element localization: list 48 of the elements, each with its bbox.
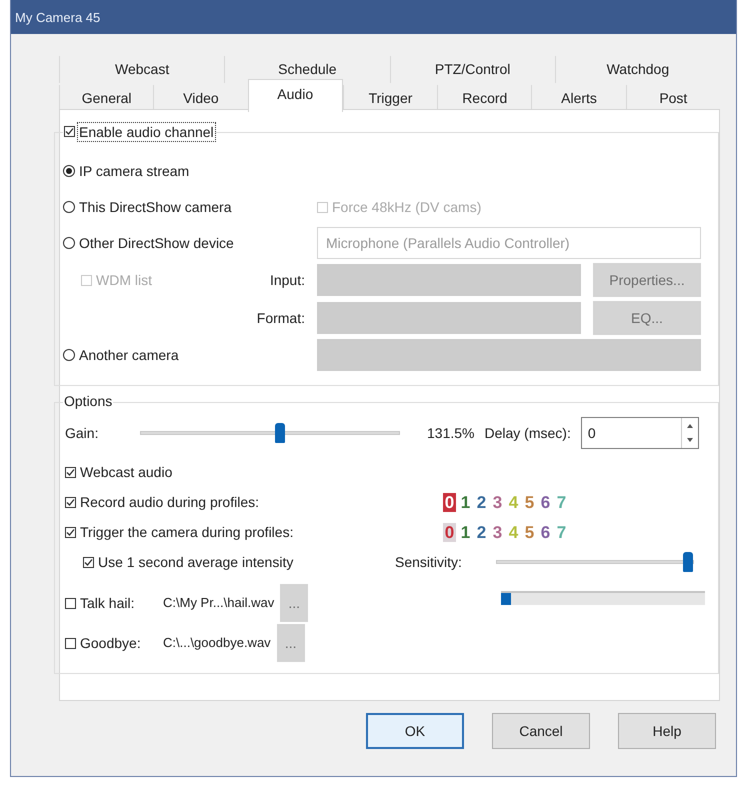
- file-path: C:\...\goodbye.wav: [163, 635, 271, 651]
- profile-number[interactable]: 2: [475, 522, 488, 542]
- radio-button[interactable]: [63, 165, 75, 177]
- profile-number[interactable]: 6: [539, 492, 552, 512]
- profile-number[interactable]: 3: [491, 492, 504, 512]
- tab[interactable]: Audio: [248, 79, 343, 112]
- profile-number[interactable]: 2: [475, 492, 488, 512]
- delay-field[interactable]: 0: [580, 417, 699, 449]
- checkbox-label[interactable]: Talk hail:: [80, 595, 134, 611]
- radio-button[interactable]: [63, 349, 75, 361]
- checkbox[interactable]: [65, 466, 76, 478]
- radio-label[interactable]: This DirectShow camera: [79, 199, 232, 215]
- radio-label[interactable]: Another camera: [79, 347, 179, 363]
- dialog-button[interactable]: Help: [618, 713, 716, 749]
- tab[interactable]: Webcast: [59, 56, 224, 83]
- checkbox[interactable]: [65, 638, 76, 648]
- radio-label[interactable]: IP camera stream: [79, 163, 190, 179]
- profile-number[interactable]: 6: [539, 522, 552, 542]
- radio-button[interactable]: [63, 201, 75, 213]
- radio-button[interactable]: [63, 237, 75, 249]
- group-title: Options: [63, 393, 114, 409]
- dialog-button[interactable]: Cancel: [492, 713, 590, 749]
- gain-label: Gain:: [65, 425, 100, 441]
- checkbox[interactable]: [83, 556, 94, 568]
- delay-label: Delay (msec):: [484, 425, 571, 441]
- checkbox-label[interactable]: Webcast audio: [80, 464, 172, 480]
- checkbox[interactable]: [65, 526, 76, 538]
- slider-thumb[interactable]: [683, 552, 694, 572]
- window-title: My Camera 45: [11, 0, 736, 34]
- gain-reading: 131.5%: [427, 425, 474, 441]
- checkbox[interactable]: [65, 598, 76, 608]
- slider-thumb[interactable]: [275, 423, 286, 443]
- field-label: Format:: [256, 310, 305, 326]
- profile-number[interactable]: 3: [491, 522, 504, 542]
- checkbox-label[interactable]: Use 1 second average intensity: [98, 554, 294, 570]
- profile-number[interactable]: 0: [443, 492, 456, 512]
- checkbox[interactable]: [64, 126, 75, 137]
- checkbox[interactable]: [65, 496, 76, 508]
- file-path: C:\My Pr...\hail.wav: [163, 595, 274, 611]
- checkbox-label[interactable]: Trigger the camera during profiles:: [80, 524, 294, 540]
- checkbox-label[interactable]: Record audio during profiles:: [80, 494, 259, 510]
- sensitivity-label: Sensitivity:: [395, 554, 463, 570]
- profile-number[interactable]: 1: [459, 492, 472, 512]
- profile-number[interactable]: 1: [459, 522, 472, 542]
- dialog-button[interactable]: OK: [366, 713, 464, 749]
- radio-label[interactable]: Other DirectShow device: [79, 235, 234, 251]
- checkbox-label[interactable]: Goodbye:: [80, 635, 141, 651]
- field-label: Input:: [270, 272, 305, 288]
